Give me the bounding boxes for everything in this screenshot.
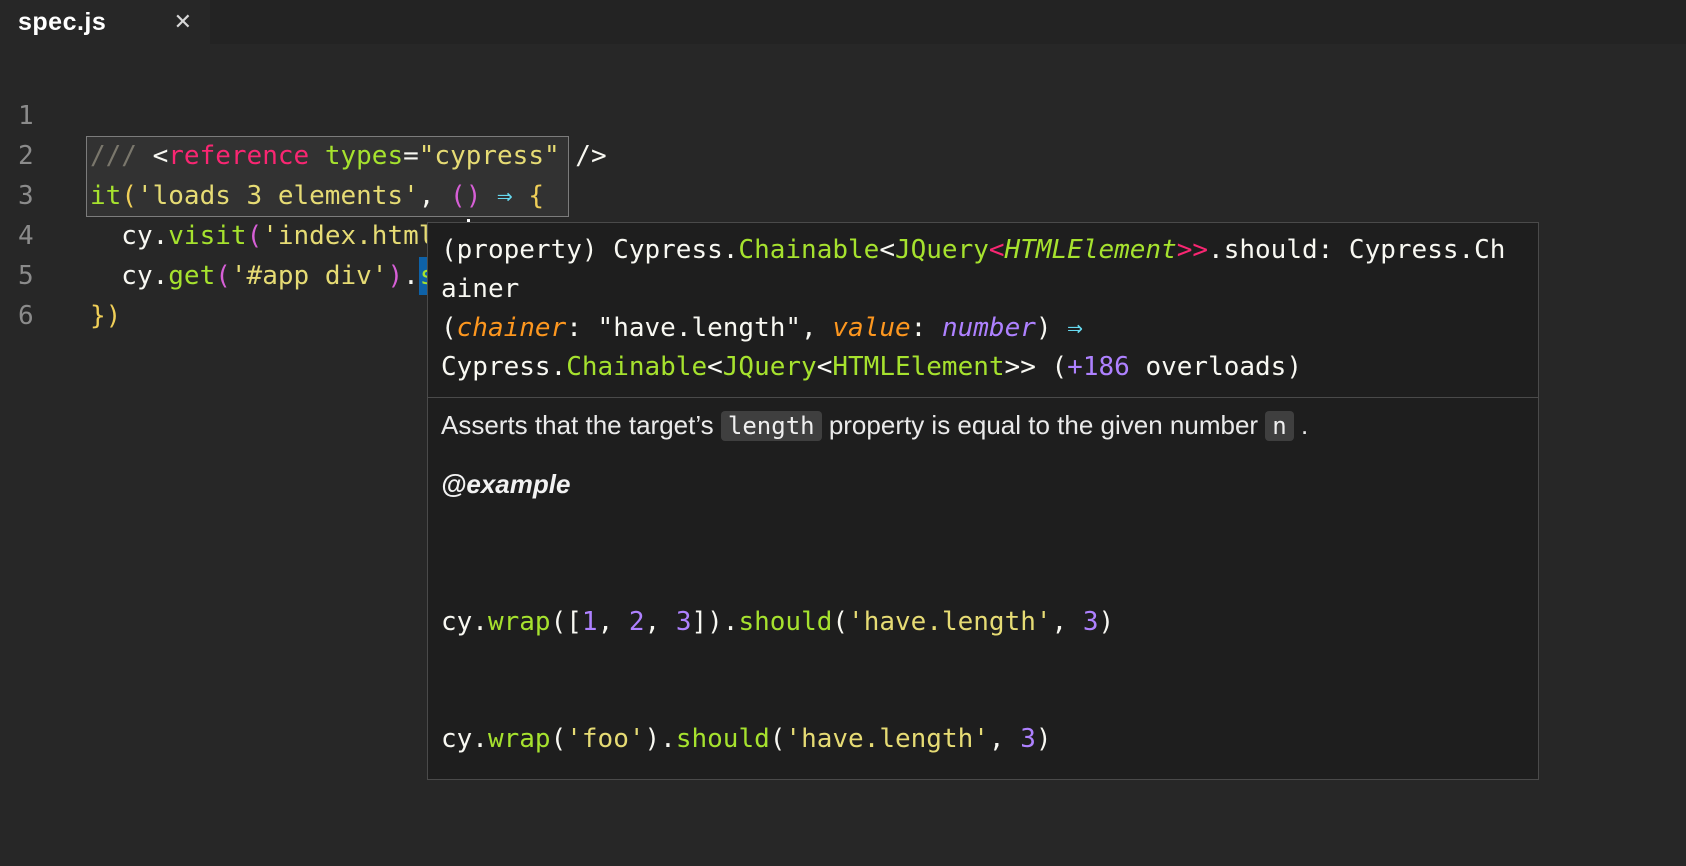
doc-description: Asserts that the target’s length propert… (441, 410, 1309, 441)
code-line-3[interactable]: 3 cy.visit('index.html') (0, 136, 1686, 251)
doc-example-tag: @example (441, 469, 571, 499)
hover-tooltip: (property) Cypress.Chainable<JQuery<HTML… (427, 222, 1539, 780)
example-code-line-1: cy.wrap([1, 2, 3]).should('have.length',… (441, 607, 1115, 637)
hover-documentation: Asserts that the target’s length propert… (428, 408, 1538, 779)
signature-line-1: (property) Cypress.Chainable<JQuery<HTML… (441, 235, 1506, 265)
divider (428, 397, 1538, 398)
signature-line-3: (chainer: "have.length", value: number) … (441, 313, 1083, 343)
code-line-1[interactable]: 1 /// <reference types="cypress" /> (0, 56, 1686, 171)
code-line-4[interactable]: 4 cy.get('#app div').should('have.length… (0, 176, 1686, 295)
example-code-line-2: cy.wrap('foo').should('have.length', 3) (441, 724, 1052, 754)
close-icon[interactable]: ✕ (174, 11, 192, 33)
hover-signature: (property) Cypress.Chainable<JQuery<HTML… (428, 223, 1538, 397)
signature-line-2: ainer (441, 274, 520, 304)
tab-bar: spec.js ✕ (0, 0, 1686, 44)
signature-line-4: Cypress.Chainable<JQuery<HTMLElement>> (… (441, 352, 1302, 382)
code-text-5: }) (90, 301, 122, 331)
tab-title: spec.js (18, 7, 107, 36)
line-number-6: 6 (18, 301, 34, 331)
doc-example-code: cy.wrap([1, 2, 3]).should('have.length',… (441, 525, 1525, 779)
code-line-2[interactable]: 2 it('loads 3 elements', () ⇒ { (0, 96, 1686, 211)
tab-spec-js[interactable]: spec.js ✕ (0, 0, 210, 44)
